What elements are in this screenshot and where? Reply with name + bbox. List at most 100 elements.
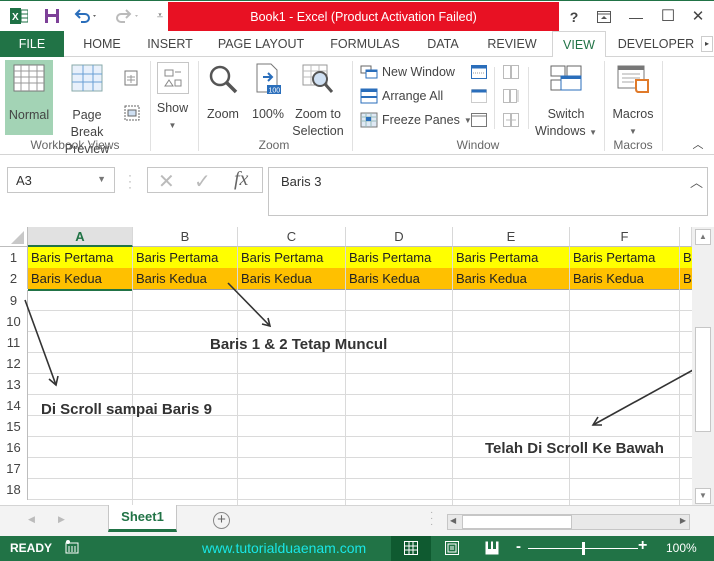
column-header-b[interactable]: B: [133, 227, 238, 247]
tab-data[interactable]: DATA: [420, 31, 466, 57]
select-all-button[interactable]: [0, 227, 28, 247]
tab-developer[interactable]: DEVELOPER: [614, 31, 698, 57]
row-header-2[interactable]: 2: [0, 268, 28, 289]
tab-split-grip-icon[interactable]: · · ·: [430, 508, 433, 530]
new-window-button[interactable]: New Window: [360, 61, 455, 83]
vertical-scroll-thumb[interactable]: [695, 327, 711, 432]
expand-formula-bar-icon[interactable]: ︿: [690, 172, 703, 191]
insert-function-icon[interactable]: fx: [234, 168, 248, 191]
macros-button[interactable]: Macros ▼: [608, 60, 658, 136]
freeze-panes-button[interactable]: Freeze Panes ▼: [360, 109, 472, 131]
column-header-f[interactable]: F: [570, 227, 680, 247]
cell[interactable]: Baris Pertama: [238, 247, 346, 268]
cell[interactable]: Baris Pertama: [570, 247, 680, 268]
name-box[interactable]: A3 ▼: [7, 167, 115, 193]
tab-formulas[interactable]: FORMULAS: [322, 31, 408, 57]
scroll-up-button[interactable]: ▲: [695, 229, 711, 245]
zoom-out-button[interactable]: -: [516, 538, 521, 555]
column-header-d[interactable]: D: [346, 227, 453, 247]
tab-review[interactable]: REVIEW: [480, 31, 544, 57]
row-header-15[interactable]: 15: [0, 416, 28, 437]
cell[interactable]: Baris Kedua: [133, 268, 238, 289]
page-layout-view-icon[interactable]: [122, 70, 140, 88]
zoom-button[interactable]: Zoom: [202, 60, 244, 135]
minimize-button[interactable]: —: [626, 7, 646, 27]
tab-page-layout[interactable]: PAGE LAYOUT: [212, 31, 310, 57]
cell[interactable]: Ba: [680, 268, 692, 289]
cancel-entry-icon[interactable]: ✕: [158, 169, 175, 194]
cell[interactable]: Baris Pertama: [346, 247, 453, 268]
row-header-14[interactable]: 14: [0, 395, 28, 416]
help-button[interactable]: ?: [564, 7, 584, 27]
collapse-ribbon-icon[interactable]: ︿: [690, 137, 706, 151]
switch-windows-button[interactable]: Switch Windows ▼: [534, 60, 598, 138]
horizontal-scrollbar[interactable]: ◀ ▶: [447, 514, 690, 530]
sheet-tab-sheet1[interactable]: Sheet1: [108, 505, 177, 532]
cell[interactable]: Baris Pertama: [453, 247, 570, 268]
page-layout-status-button[interactable]: [445, 541, 459, 558]
page-break-status-button[interactable]: [485, 541, 499, 558]
row-header-17[interactable]: 17: [0, 458, 28, 479]
undo-icon[interactable]: [72, 6, 100, 26]
row-header-1[interactable]: 1: [0, 247, 28, 268]
prev-sheet-icon[interactable]: ◀: [28, 514, 35, 525]
hide-window-icon[interactable]: [470, 89, 488, 105]
vertical-scrollbar[interactable]: ▲ ▼: [692, 227, 714, 505]
tabs-scroll-right-button[interactable]: ▸: [701, 36, 713, 52]
row-header-16[interactable]: 16: [0, 437, 28, 458]
column-header-e[interactable]: E: [453, 227, 570, 247]
row-header-13[interactable]: 13: [0, 374, 28, 395]
split-icon[interactable]: [470, 65, 488, 81]
next-sheet-icon[interactable]: ▶: [58, 514, 65, 525]
row-header-18[interactable]: 18: [0, 479, 28, 500]
zoom-100-button[interactable]: 100 100%: [248, 60, 288, 135]
restore-button[interactable]: ☐: [658, 7, 678, 27]
name-box-dropdown-icon[interactable]: ▼: [97, 174, 106, 184]
cell[interactable]: Baris Pertama: [28, 247, 133, 268]
normal-view-button[interactable]: Normal: [5, 60, 53, 135]
cell[interactable]: Baris Kedua: [346, 268, 453, 289]
scroll-left-button[interactable]: ◀: [450, 516, 456, 525]
zoom-level[interactable]: 100%: [666, 541, 697, 555]
save-icon[interactable]: [42, 6, 62, 26]
formula-bar-grip-icon[interactable]: · · ·: [128, 169, 132, 193]
horizontal-scroll-thumb[interactable]: [462, 515, 572, 529]
show-button[interactable]: Show ▼: [155, 60, 190, 135]
column-header-a[interactable]: A: [28, 227, 133, 247]
zoom-in-button[interactable]: +: [638, 537, 647, 555]
tab-view[interactable]: VIEW: [552, 31, 606, 58]
ribbon-display-options-button[interactable]: [594, 7, 614, 27]
cell[interactable]: Baris Pertama: [133, 247, 238, 268]
redo-icon[interactable]: [114, 6, 142, 26]
row-header-10[interactable]: 10: [0, 311, 28, 332]
cell[interactable]: Baris Kedua: [28, 268, 133, 289]
tab-file[interactable]: FILE: [0, 31, 64, 57]
new-sheet-button[interactable]: +: [213, 512, 230, 529]
tab-home[interactable]: HOME: [74, 31, 130, 57]
formula-input[interactable]: Baris 3 ︿: [268, 167, 708, 216]
cell[interactable]: Ba: [680, 247, 692, 268]
scroll-down-button[interactable]: ▼: [695, 488, 711, 504]
zoom-slider-thumb[interactable]: [582, 542, 585, 555]
zoom-to-selection-button[interactable]: Zoom to Selection: [290, 60, 346, 138]
row-header-12[interactable]: 12: [0, 353, 28, 374]
tab-insert[interactable]: INSERT: [142, 31, 198, 57]
macro-recording-icon[interactable]: [65, 540, 79, 557]
row-header-11[interactable]: 11: [0, 332, 28, 353]
worksheet-grid[interactable]: ABCDEF 1 Baris Pertama Baris Pertama Baris …: [0, 227, 692, 505]
unhide-window-icon[interactable]: [470, 113, 488, 129]
cell[interactable]: Baris Kedua: [453, 268, 570, 289]
scroll-right-button[interactable]: ▶: [680, 516, 686, 525]
arrange-all-button[interactable]: Arrange All: [360, 85, 443, 107]
column-header-c[interactable]: C: [238, 227, 346, 247]
cell[interactable]: Baris Kedua: [238, 268, 346, 289]
cell[interactable]: Baris Kedua: [570, 268, 680, 289]
enter-entry-icon[interactable]: ✓: [194, 169, 211, 194]
row-header-9[interactable]: 9: [0, 290, 28, 311]
page-break-preview-button[interactable]: Page Break Preview: [56, 60, 118, 156]
close-button[interactable]: ✕: [688, 7, 708, 27]
custom-views-icon[interactable]: [122, 104, 142, 122]
column-header-partial[interactable]: [680, 227, 692, 247]
normal-view-status-button[interactable]: [391, 536, 431, 561]
customize-qat-icon[interactable]: ⩡: [154, 6, 166, 26]
